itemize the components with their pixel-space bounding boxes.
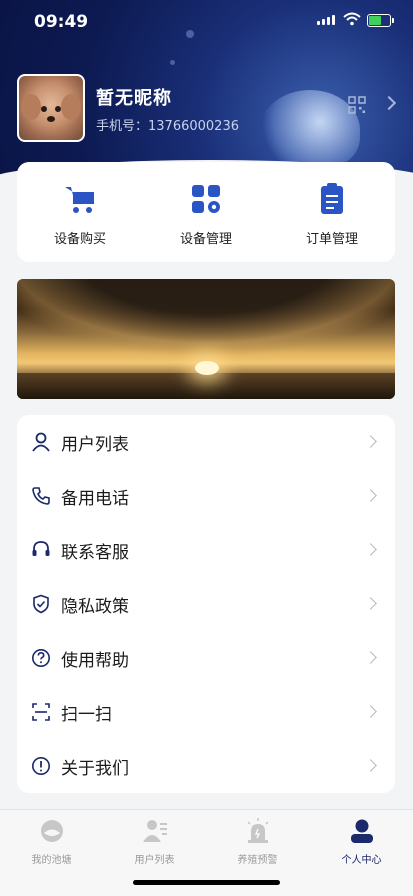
user-icon: [32, 432, 50, 452]
chevron-right-icon: [364, 435, 377, 448]
grid-gear-icon: [192, 185, 220, 213]
chevron-right-icon: [364, 705, 377, 718]
shield-icon: [33, 594, 49, 614]
info-icon: [32, 757, 50, 775]
status-bar: 09:49: [0, 0, 413, 44]
battery-icon: [367, 14, 394, 27]
tab-personal-center[interactable]: 个人中心: [310, 818, 413, 866]
menu-item-label: 关于我们: [61, 759, 129, 779]
user-list-icon: [142, 820, 167, 842]
device-management-button[interactable]: 设备管理: [151, 162, 261, 247]
menu-item-privacy-policy[interactable]: 隐私政策: [17, 577, 395, 631]
menu-item-customer-service[interactable]: 联系客服: [17, 523, 395, 577]
wifi-icon: [343, 12, 361, 26]
device-purchase-button[interactable]: 设备购买: [25, 162, 135, 247]
tab-my-pond[interactable]: 我的池塘: [0, 818, 103, 866]
pond-icon: [40, 820, 63, 842]
menu-item-backup-phone[interactable]: 备用电话: [17, 469, 395, 523]
menu-item-label: 联系客服: [61, 543, 129, 563]
phone-icon: [32, 487, 50, 505]
menu-item-label: 扫一扫: [61, 705, 112, 725]
chevron-right-icon: [364, 489, 377, 502]
tab-label: 个人中心: [341, 855, 382, 866]
jellyfish-decoration: [260, 90, 360, 170]
chevron-right-icon: [364, 651, 377, 664]
menu-item-help[interactable]: 使用帮助: [17, 631, 395, 685]
menu-item-label: 用户列表: [61, 435, 129, 455]
nickname[interactable]: 暂无昵称: [96, 84, 172, 110]
menu-item-scan[interactable]: 扫一扫: [17, 685, 395, 739]
quick-actions-card: 设备购买 设备管理 订单管理: [17, 162, 395, 262]
quick-action-label: 订单管理: [305, 232, 358, 247]
qr-code-icon[interactable]: [348, 96, 366, 114]
menu-item-label: 备用电话: [61, 489, 129, 509]
clipboard-icon: [321, 183, 343, 214]
tab-label: 养殖预警: [237, 855, 278, 866]
chevron-right-icon: [364, 597, 377, 610]
order-management-button[interactable]: 订单管理: [277, 162, 387, 247]
menu-item-label: 使用帮助: [61, 651, 129, 671]
phone-number: 手机号：13766000236: [96, 119, 239, 134]
banner-image[interactable]: [17, 279, 395, 399]
scan-icon: [32, 703, 50, 721]
quick-action-label: 设备购买: [53, 232, 106, 247]
tab-user-list[interactable]: 用户列表: [103, 818, 206, 866]
tab-breeding-alert[interactable]: 养殖预警: [206, 818, 309, 866]
tab-label: 用户列表: [134, 855, 175, 866]
cart-icon: [65, 187, 94, 213]
chevron-right-icon: [364, 543, 377, 556]
tab-label: 我的池塘: [31, 855, 72, 866]
signal-icon: [317, 15, 335, 25]
avatar[interactable]: [17, 74, 85, 142]
menu-list: 用户列表 备用电话 联系客服 隐私政策 使用帮助 扫一扫 关于我们: [17, 415, 395, 793]
menu-item-user-list[interactable]: 用户列表: [17, 415, 395, 469]
quick-action-label: 设备管理: [179, 232, 232, 247]
home-indicator: [133, 880, 280, 885]
headset-icon: [32, 541, 50, 556]
alarm-icon: [246, 818, 269, 843]
menu-item-about-us[interactable]: 关于我们: [17, 739, 395, 793]
menu-item-label: 隐私政策: [61, 597, 129, 617]
person-icon: [350, 819, 373, 843]
chevron-right-icon: [364, 759, 377, 772]
status-time: 09:49: [34, 12, 89, 32]
help-icon: [32, 649, 50, 667]
bubble-decoration: [170, 60, 175, 65]
